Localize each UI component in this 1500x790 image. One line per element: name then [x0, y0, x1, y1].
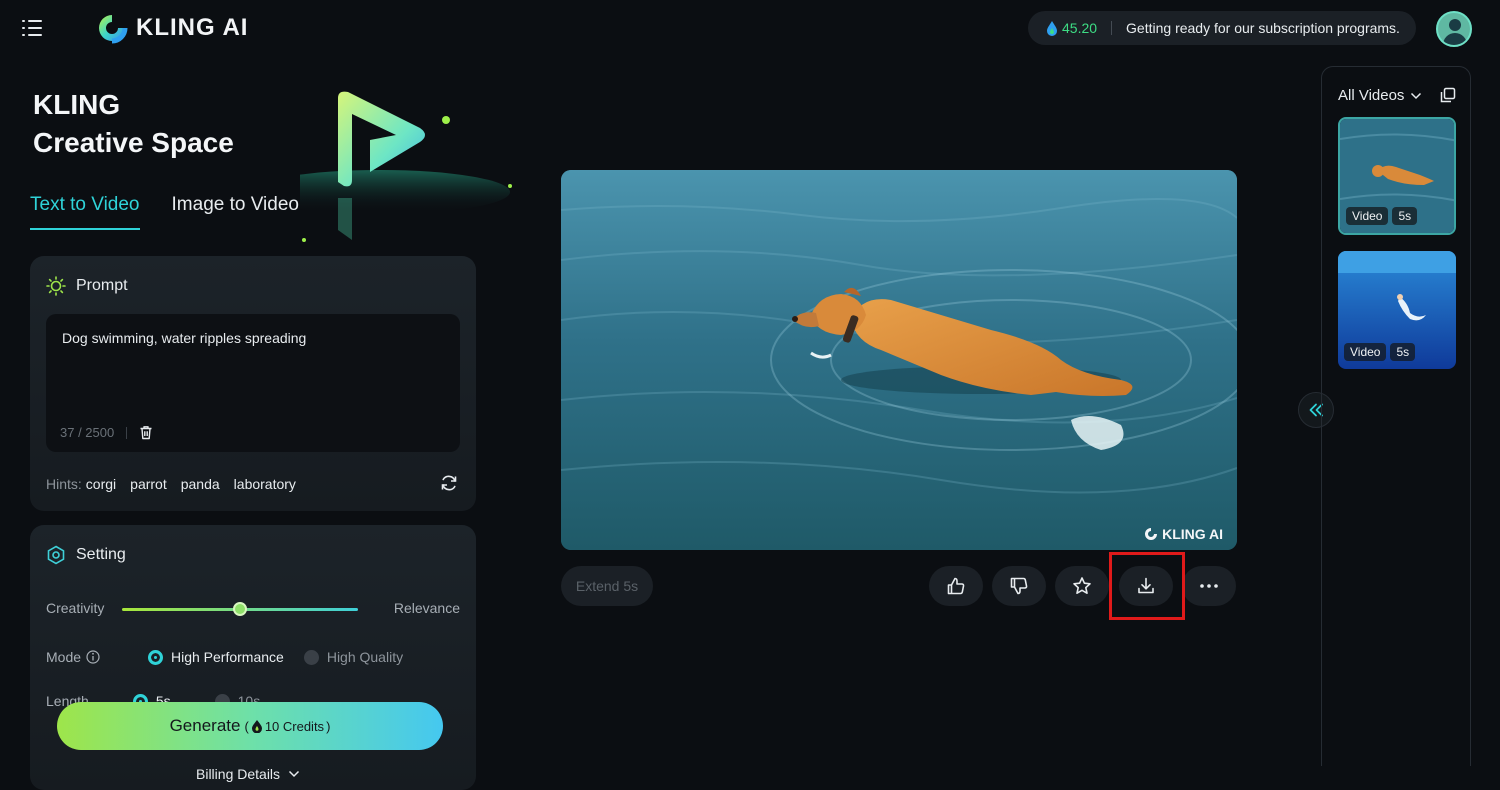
slider-handle[interactable]	[233, 602, 247, 616]
billing-label: Billing Details	[196, 766, 281, 782]
title-line-1: KLING	[33, 89, 121, 120]
setting-heading: Setting	[76, 546, 126, 563]
credit-balance: 45.20	[1062, 20, 1098, 36]
left-panel: KLING Creative Space Text to Video Image…	[0, 58, 600, 790]
mode-label: Mode	[46, 649, 82, 665]
announcement-text: Getting ready for our subscription progr…	[1126, 20, 1400, 36]
favorite-button[interactable]	[1055, 566, 1109, 606]
billing-details-toggle[interactable]: Billing Details	[196, 766, 300, 782]
type-badge: Video	[1344, 343, 1387, 361]
paren-open: (	[244, 718, 249, 734]
menu-icon[interactable]	[22, 19, 42, 37]
mode-high-performance[interactable]: High Performance	[148, 649, 284, 665]
mode-option-label: High Quality	[326, 649, 404, 665]
watermark-text: KLING AI	[1162, 526, 1223, 542]
prompt-card: Prompt Dog swimming, water ripples sprea…	[30, 256, 476, 511]
mode-high-quality[interactable]: High Quality	[303, 649, 404, 665]
brand-name: KLING AI	[136, 14, 249, 41]
trash-icon[interactable]	[139, 425, 153, 440]
credits-cost: 10 Credits	[264, 718, 325, 734]
chevron-down-icon	[1411, 92, 1422, 99]
video-watermark: KLING AI	[1144, 526, 1223, 542]
prompt-text: Dog swimming, water ripples spreading	[62, 330, 307, 346]
download-highlight	[1109, 552, 1185, 620]
refresh-icon[interactable]	[440, 474, 458, 492]
prompt-header: Prompt	[30, 256, 476, 296]
dislike-button[interactable]	[992, 566, 1046, 606]
hexagon-icon	[47, 545, 65, 565]
tab-image-to-video[interactable]: Image to Video	[172, 194, 299, 230]
divider	[126, 426, 128, 439]
info-icon[interactable]	[86, 650, 100, 664]
page-title: KLING Creative Space	[33, 86, 234, 162]
thumbs-down-icon	[1010, 577, 1028, 595]
duration-badge: 5s	[1392, 207, 1418, 225]
video-preview[interactable]: KLING AI	[561, 170, 1237, 550]
title-line-2: Creative Space	[33, 127, 234, 158]
radio-unselected-icon	[303, 649, 319, 665]
paren-close: )	[326, 718, 331, 734]
prompt-textarea[interactable]: Dog swimming, water ripples spreading 37…	[46, 314, 460, 452]
type-badge: Video	[1346, 207, 1389, 225]
setting-card: Setting Creativity Relevance Mode High P…	[30, 525, 476, 790]
star-icon	[1073, 577, 1091, 594]
more-icon	[1200, 584, 1218, 588]
drop-icon	[1047, 21, 1057, 36]
radio-selected-icon	[148, 649, 163, 665]
credits-pill[interactable]: 45.20 Getting ready for our subscription…	[1028, 11, 1416, 45]
sun-icon	[46, 276, 66, 296]
extend-button[interactable]: Extend 5s	[561, 566, 653, 606]
hint-corgi[interactable]: corgi	[86, 476, 116, 492]
char-counter: 37 / 2500	[60, 425, 153, 440]
video-thumbnail[interactable]: Video 5s	[1338, 251, 1456, 369]
creativity-slider-row: Creativity Relevance	[46, 600, 460, 616]
video-thumbnail[interactable]: Video 5s	[1338, 117, 1456, 235]
copy-icon[interactable]	[1440, 87, 1456, 103]
all-videos-label: All Videos	[1338, 87, 1405, 104]
generate-label: Generate	[169, 716, 241, 735]
kling-logo[interactable]: KLING AI	[96, 12, 248, 44]
mode-option-label: High Performance	[171, 649, 284, 665]
video-history-panel: All Videos Video 5s Video 5s	[1321, 66, 1471, 766]
generate-credits: ( 10 Credits )	[244, 719, 330, 734]
hint-panda[interactable]: panda	[181, 476, 220, 492]
like-button[interactable]	[929, 566, 983, 606]
setting-header: Setting	[30, 525, 476, 565]
hint-parrot[interactable]: parrot	[130, 476, 167, 492]
relevance-label: Relevance	[393, 600, 460, 616]
tab-bar: Text to Video Image to Video	[30, 194, 299, 230]
thumbs-up-icon	[947, 577, 965, 595]
all-videos-dropdown[interactable]: All Videos	[1338, 87, 1422, 104]
counter-text: 37 / 2500	[60, 425, 115, 440]
generate-button[interactable]: Generate ( 10 Credits )	[57, 702, 443, 750]
hint-laboratory[interactable]: laboratory	[234, 476, 296, 492]
avatar[interactable]	[1436, 11, 1472, 47]
mode-row: Mode High Performance High Quality	[46, 649, 476, 665]
duration-badge: 5s	[1390, 343, 1416, 361]
thumbnail-badges: Video 5s	[1344, 343, 1416, 361]
kling-logo-icon	[99, 15, 128, 44]
hints-label: Hints:	[46, 476, 82, 492]
divider	[1111, 21, 1113, 35]
creativity-label: Creativity	[46, 600, 105, 616]
flame-icon	[251, 720, 262, 733]
kling-logo-icon	[1145, 528, 1158, 540]
thumbnail-badges: Video 5s	[1346, 207, 1418, 225]
hints-row: Hints: corgi parrot panda laboratory	[46, 476, 296, 492]
prompt-heading: Prompt	[76, 277, 128, 294]
chevron-down-icon	[289, 770, 300, 778]
tab-text-to-video[interactable]: Text to Video	[30, 194, 140, 230]
top-bar: KLING AI 45.20 Getting ready for our sub…	[0, 0, 1500, 58]
more-button[interactable]	[1182, 566, 1236, 606]
video-frame	[561, 170, 1237, 550]
play-logo-icon	[300, 91, 512, 242]
